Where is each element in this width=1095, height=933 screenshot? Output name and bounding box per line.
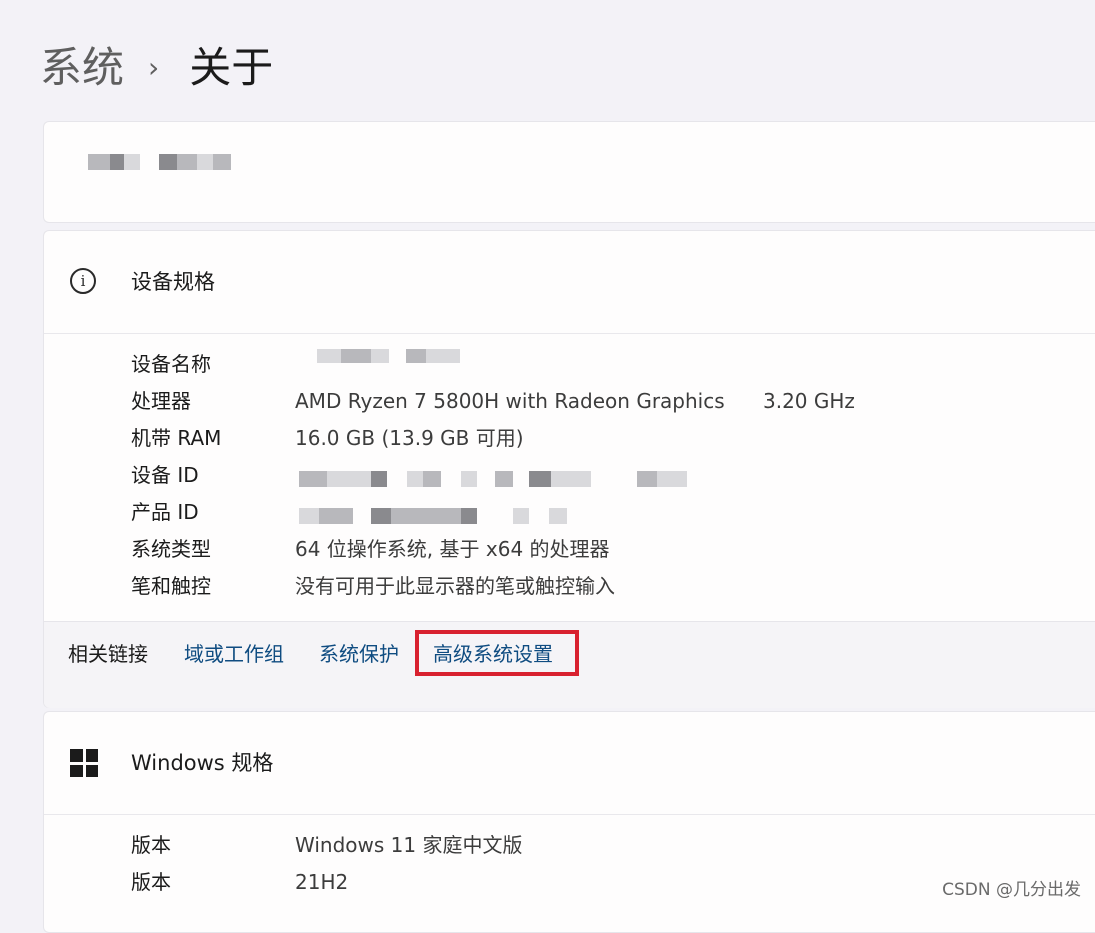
spec-label: 机带 RAM <box>131 426 222 450</box>
windows-logo-icon <box>70 749 98 777</box>
spec-value: AMD Ryzen 7 5800H with Radeon Graphics <box>295 389 725 413</box>
device-specs-title: 设备规格 <box>131 270 215 294</box>
spec-value: 64 位操作系统, 基于 x64 的处理器 <box>295 537 610 561</box>
device-specs-header[interactable]: i 设备规格 <box>44 231 1095 334</box>
chevron-right-icon: › <box>148 51 160 84</box>
spec-label: 设备 ID <box>131 463 199 487</box>
page-title: 关于 <box>189 43 274 92</box>
spec-label: 处理器 <box>131 389 191 413</box>
spec-label: 版本 <box>131 870 171 894</box>
system-protection-link[interactable]: 系统保护 <box>319 640 399 668</box>
spec-value: Windows 11 家庭中文版 <box>295 833 523 857</box>
spec-label: 产品 ID <box>131 500 199 524</box>
device-name-card <box>43 121 1095 223</box>
related-links-bar: 相关链接 域或工作组 系统保护 高级系统设置 <box>44 621 1095 708</box>
breadcrumb: 系统 › 关于 <box>40 38 273 98</box>
spec-label: 设备名称 <box>131 352 211 376</box>
windows-specs-header[interactable]: Windows 规格 <box>44 712 1095 815</box>
processor-speed: 3.20 GHz <box>763 389 855 413</box>
windows-specs-card: Windows 规格 版本 Windows 11 家庭中文版 版本 21H2 <box>43 711 1095 933</box>
spec-label: 系统类型 <box>131 537 211 561</box>
spec-label: 笔和触控 <box>131 574 211 598</box>
spec-label: 版本 <box>131 833 171 857</box>
windows-specs-title: Windows 规格 <box>131 751 274 775</box>
device-specs-card: i 设备规格 设备名称 处理器 AMD Ryzen 7 5800H with R… <box>43 230 1095 708</box>
domain-workgroup-link[interactable]: 域或工作组 <box>184 640 284 668</box>
watermark: CSDN @几分出发 <box>942 880 1081 900</box>
spec-value: 16.0 GB (13.9 GB 可用) <box>295 426 524 450</box>
related-links-label: 相关链接 <box>68 642 148 666</box>
spec-value: 21H2 <box>295 870 349 894</box>
info-icon: i <box>70 268 96 294</box>
advanced-system-settings-link[interactable]: 高级系统设置 <box>433 640 553 668</box>
spec-value: 没有可用于此显示器的笔或触控输入 <box>295 574 615 598</box>
breadcrumb-parent[interactable]: 系统 <box>40 38 124 98</box>
